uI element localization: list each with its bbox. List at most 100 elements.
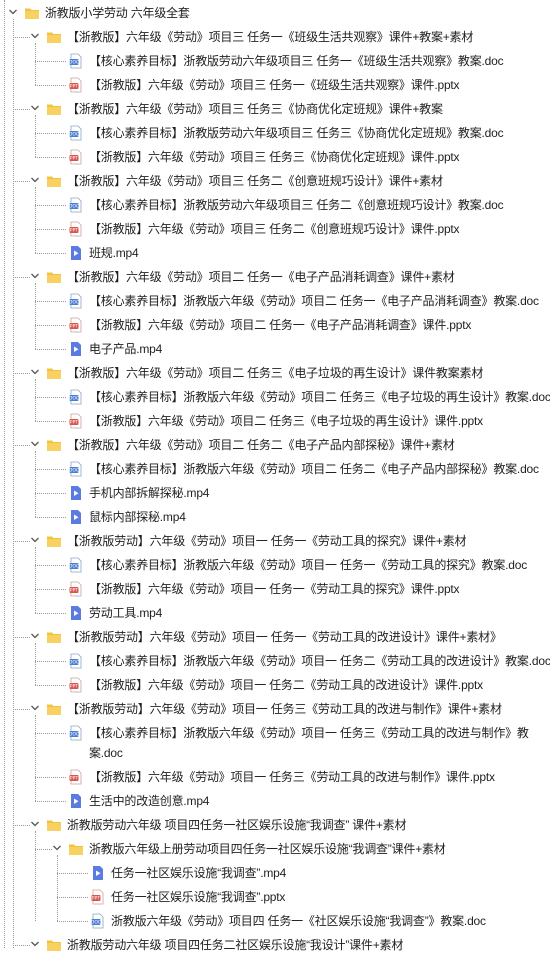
tree-connector [35, 61, 66, 62]
folder-label: 浙教版劳动六年级 项目四任务一社区娱乐设施“我调查” 课件+素材 [67, 818, 407, 832]
tree-connector [35, 229, 66, 230]
tree-file-row[interactable]: DOC 【核心素养目标】浙教版六年级《劳动》项目二 任务三《电子垃圾的再生设计》教… [0, 385, 550, 409]
chevron-down-icon[interactable] [8, 7, 18, 17]
file-label: 【浙教版】六年级《劳动》项目三 任务二《创意班规巧设计》课件.pptx [89, 222, 460, 236]
tree-folder-row[interactable]: 【浙教版劳动】六年级《劳动》项目一 任务一《劳动工具的探究》课件+素材 [0, 529, 550, 553]
chevron-down-icon[interactable] [30, 819, 40, 829]
tree-folder-row[interactable]: 【浙教版】六年级《劳动》项目二 任务一《电子产品消耗调查》课件+素材 [0, 265, 550, 289]
tree-file-row[interactable]: DOC 【核心素养目标】浙教版六年级《劳动》项目一 任务一《劳动工具的探究》教案.… [0, 553, 550, 577]
chevron-down-icon[interactable] [30, 271, 40, 281]
tree-file-row[interactable]: PPT 【浙教版】六年级《劳动》项目二 任务三《电子垃圾的再生设计》课件.pptx [0, 409, 550, 433]
folder-label: 【浙教版】六年级《劳动》项目二 任务二《电子产品内部探秘》课件+素材 [67, 438, 455, 452]
tree-file-row[interactable]: PPT 【浙教版】六年级《劳动》项目三 任务三《协商优化定班规》课件.pptx [0, 145, 550, 169]
tree-file-row[interactable]: DOC 【核心素养目标】浙教版六年级《劳动》项目一 任务二《劳动工具的改进设计》教… [0, 649, 550, 673]
tree-file-row[interactable]: 劳动工具.mp4 [0, 601, 550, 625]
tree-file-row[interactable]: PPT 【浙教版】六年级《劳动》项目一 任务二《劳动工具的改进设计》课件.pptx [0, 673, 550, 697]
tree-file-row[interactable]: DOC 【核心素养目标】浙教版六年级《劳动》项目二 任务一《电子产品消耗调查》教案… [0, 289, 550, 313]
file-label: 鼠标内部探秘.mp4 [89, 510, 186, 524]
tree-connector [57, 921, 88, 922]
tree-folder-row[interactable]: 【浙教版劳动】六年级《劳动》项目一 任务三《劳动工具的改进与制作》课件+素材 [0, 697, 550, 721]
tree-file-row[interactable]: PPT 【浙教版】六年级《劳动》项目二 任务一《电子产品消耗调查》课件.pptx [0, 313, 550, 337]
tree-file-row[interactable]: DOC 【核心素养目标】浙教版劳动六年级项目三 任务一《班级生活共观察》教案.do… [0, 49, 550, 73]
tree-folder-row[interactable]: 【浙教版】六年级《劳动》项目三 任务二《创意班规巧设计》课件+素材 [0, 169, 550, 193]
tree-file-row[interactable]: 手机内部拆解探秘.mp4 [0, 481, 550, 505]
tree-file-row[interactable]: 鼠标内部探秘.mp4 [0, 505, 550, 529]
tree-connector [35, 205, 66, 206]
folder-label: 【浙教版】六年级《劳动》项目二 任务一《电子产品消耗调查》课件+素材 [67, 270, 455, 284]
tree-connector [13, 825, 30, 826]
tree-connector [35, 421, 66, 422]
tree-file-row[interactable]: 电子产品.mp4 [0, 337, 550, 361]
tree-file-row[interactable]: DOC 【核心素养目标】浙教版六年级《劳动》项目二 任务二《电子产品内部探秘》教案… [0, 457, 550, 481]
folder-label: 【浙教版】六年级《劳动》项目二 任务三《电子垃圾的再生设计》课件教案素材 [67, 366, 484, 380]
tree-file-row[interactable]: PPT 【浙教版】六年级《劳动》项目三 任务二《创意班规巧设计》课件.pptx [0, 217, 550, 241]
chevron-down-icon[interactable] [30, 103, 40, 113]
tree-file-row[interactable]: PPT 任务一社区娱乐设施“我调查”.pptx [0, 885, 550, 909]
tree-connector [35, 85, 66, 86]
tree-folder-row[interactable]: 【浙教版】六年级《劳动》项目二 任务二《电子产品内部探秘》课件+素材 [0, 433, 550, 457]
tree-file-row[interactable]: DOC 浙教版六年级《劳动》项目四 任务一《社区娱乐设施“我调查”》教案.doc [0, 909, 550, 933]
pptx-file-icon: PPT [68, 317, 84, 333]
video-file-icon [68, 245, 84, 261]
tree-connector [35, 613, 66, 614]
tree-folder-row[interactable]: 浙教版六年级上册劳动项目四任务一社区娱乐设施“我调查”课件+素材 [0, 837, 550, 861]
file-label: 任务一社区娱乐设施“我调查”.pptx [111, 890, 286, 904]
tree-connector [13, 709, 30, 710]
tree-connector [13, 181, 30, 182]
file-label: 【浙教版】六年级《劳动》项目二 任务三《电子垃圾的再生设计》课件.pptx [89, 414, 483, 428]
chevron-down-icon[interactable] [30, 175, 40, 185]
tree-connector [57, 873, 88, 874]
file-label: 班规.mp4 [89, 246, 139, 260]
folder-icon [68, 841, 84, 857]
pptx-file-icon: PPT [68, 149, 84, 165]
doc-file-icon: DOC [68, 461, 84, 477]
tree-folder-row[interactable]: 浙教版劳动六年级 项目四任务一社区娱乐设施“我调查” 课件+素材 [0, 813, 550, 837]
chevron-down-icon[interactable] [30, 703, 40, 713]
tree-folder-row[interactable]: 【浙教版劳动】六年级《劳动》项目一 任务一《劳动工具的改进设计》课件+素材》 [0, 625, 550, 649]
chevron-down-icon[interactable] [52, 843, 62, 853]
tree-connector [13, 373, 30, 374]
chevron-down-icon[interactable] [30, 31, 40, 41]
tree-file-row[interactable]: 任务一社区娱乐设施“我调查”.mp4 [0, 861, 550, 885]
tree-file-row[interactable]: DOC 【核心素养目标】浙教版劳动六年级项目三 任务三《协商优化定班规》教案.do… [0, 121, 550, 145]
tree-file-row[interactable]: PPT 【浙教版】六年级《劳动》项目一 任务三《劳动工具的改进与制作》课件.ppt… [0, 765, 550, 789]
tree-connector [35, 349, 66, 350]
video-file-icon [68, 485, 84, 501]
chevron-down-icon[interactable] [30, 631, 40, 641]
doc-file-icon: DOC [68, 725, 84, 741]
tree-file-row[interactable]: PPT 【浙教版】六年级《劳动》项目三 任务一《班级生活共观察》课件.pptx [0, 73, 550, 97]
tree-connector [35, 493, 66, 494]
tree-connector [35, 849, 52, 850]
tree-connector [13, 541, 30, 542]
doc-file-icon: DOC [68, 293, 84, 309]
folder-icon [46, 173, 62, 189]
tree-connector [13, 445, 30, 446]
tree-file-row[interactable]: 生活中的改造创意.mp4 [0, 789, 550, 813]
tree-folder-row[interactable]: 浙教版小学劳动 六年级全套 [0, 1, 550, 25]
doc-file-icon: DOC [68, 125, 84, 141]
tree-folder-row[interactable]: 【浙教版】六年级《劳动》项目三 任务三《协商优化定班规》课件+教案 [0, 97, 550, 121]
file-label: 电子产品.mp4 [89, 342, 163, 356]
tree-connector [57, 897, 88, 898]
folder-icon [46, 29, 62, 45]
chevron-down-icon[interactable] [30, 439, 40, 449]
svg-text:DOC: DOC [69, 660, 79, 666]
tree-file-row[interactable]: PPT 【浙教版】六年级《劳动》项目一 任务一《劳动工具的探究》课件.pptx [0, 577, 550, 601]
tree-folder-row[interactable]: 【浙教版】六年级《劳动》项目二 任务三《电子垃圾的再生设计》课件教案素材 [0, 361, 550, 385]
doc-file-icon: DOC [68, 653, 84, 669]
folder-label: 【浙教版】六年级《劳动》项目三 任务二《创意班规巧设计》课件+素材 [67, 174, 443, 188]
folder-label: 浙教版劳动六年级 项目四任务二社区娱乐设施“我设计”课件+素材 [67, 938, 404, 952]
chevron-down-icon[interactable] [30, 535, 40, 545]
folder-label: 【浙教版】六年级《劳动》项目三 任务一《班级生活共观察》课件+教案+素材 [67, 30, 474, 44]
tree-connector [35, 133, 66, 134]
tree-file-row[interactable]: DOC 【核心素养目标】浙教版劳动六年级项目三 任务二《创意班规巧设计》教案.do… [0, 193, 550, 217]
svg-text:PPT: PPT [70, 156, 78, 162]
file-label: 浙教版六年级《劳动》项目四 任务一《社区娱乐设施“我调查”》教案.doc [111, 914, 486, 928]
chevron-down-icon[interactable] [30, 367, 40, 377]
tree-file-row[interactable]: 班规.mp4 [0, 241, 550, 265]
file-label: 【核心素养目标】浙教版六年级《劳动》项目二 任务一《电子产品消耗调查》教案.do… [89, 294, 539, 308]
tree-folder-row[interactable]: 【浙教版】六年级《劳动》项目三 任务一《班级生活共观察》课件+教案+素材 [0, 25, 550, 49]
tree-folder-row[interactable]: 浙教版劳动六年级 项目四任务二社区娱乐设施“我设计”课件+素材 [0, 933, 550, 957]
tree-file-row[interactable]: DOC 【核心素养目标】浙教版六年级《劳动》项目一 任务三《劳动工具的改进与制作》… [0, 721, 550, 765]
tree-connector [35, 589, 66, 590]
